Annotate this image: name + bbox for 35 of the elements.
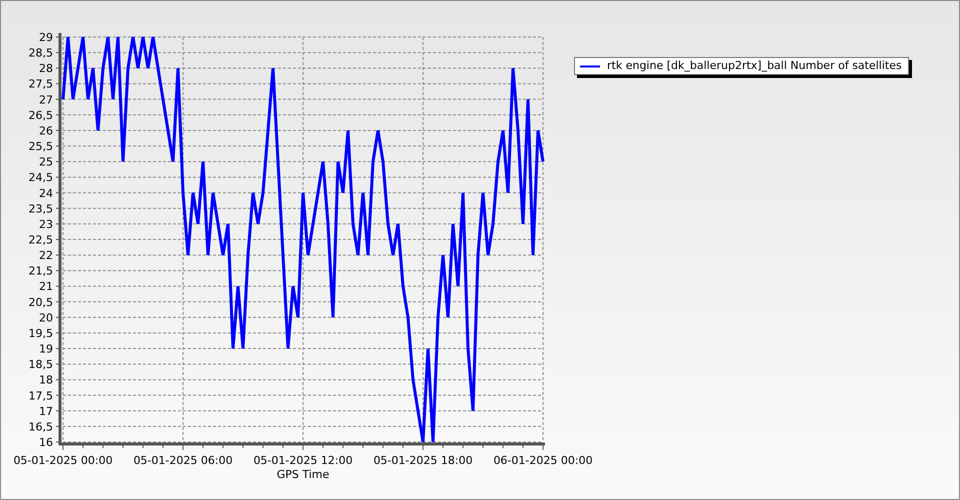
x-tick-label: 05-01-2025 12:00 (253, 454, 353, 467)
y-tick-label: 25 (39, 156, 53, 169)
y-tick-label: 26 (39, 124, 53, 138)
y-tick-label: 17,5 (28, 389, 53, 402)
y-tick-label: 22 (39, 249, 53, 262)
y-tick-label: 24,5 (28, 171, 53, 184)
y-tick-label: 29 (39, 31, 53, 44)
y-tick-label: 19 (39, 342, 53, 356)
y-tick-label: 21 (39, 280, 53, 294)
x-tick-label: 05-01-2025 06:00 (133, 454, 233, 467)
x-tick-label: 06-01-2025 00:00 (493, 454, 593, 467)
y-tick-label: 20,5 (28, 296, 53, 309)
y-tick-label: 23 (39, 218, 53, 231)
y-tick-label: 18 (39, 374, 53, 387)
y-tick-label: 27,5 (28, 78, 53, 91)
y-tick-label: 22,5 (28, 234, 53, 246)
y-tick-label: 21,5 (28, 264, 53, 278)
y-tick-label: 17 (39, 404, 53, 418)
x-tick-label: 05-01-2025 18:00 (373, 454, 473, 467)
y-tick-label: 16 (39, 436, 53, 449)
y-tick-label: 20 (39, 311, 53, 324)
y-tick-label: 16,5 (28, 420, 53, 434)
y-tick-label: 23,5 (28, 202, 53, 216)
x-axis-title: GPS Time (276, 468, 330, 481)
y-tick-label: 28,5 (28, 46, 53, 60)
y-tick-label: 25,5 (28, 140, 53, 154)
y-tick-label: 24 (39, 186, 53, 200)
y-tick-label: 28 (39, 62, 53, 76)
legend-label: rtk engine [dk_ballerup2rtx]_ball Number of satellites (607, 59, 902, 73)
y-tick-label: 19,5 (28, 326, 53, 340)
y-tick-label: 18,5 (28, 358, 53, 372)
y-tick-label: 27 (39, 93, 53, 106)
x-tick-label: 05-01-2025 00:00 (13, 454, 113, 467)
legend-line-icon (580, 64, 600, 68)
y-tick-label: 26,5 (28, 108, 53, 122)
